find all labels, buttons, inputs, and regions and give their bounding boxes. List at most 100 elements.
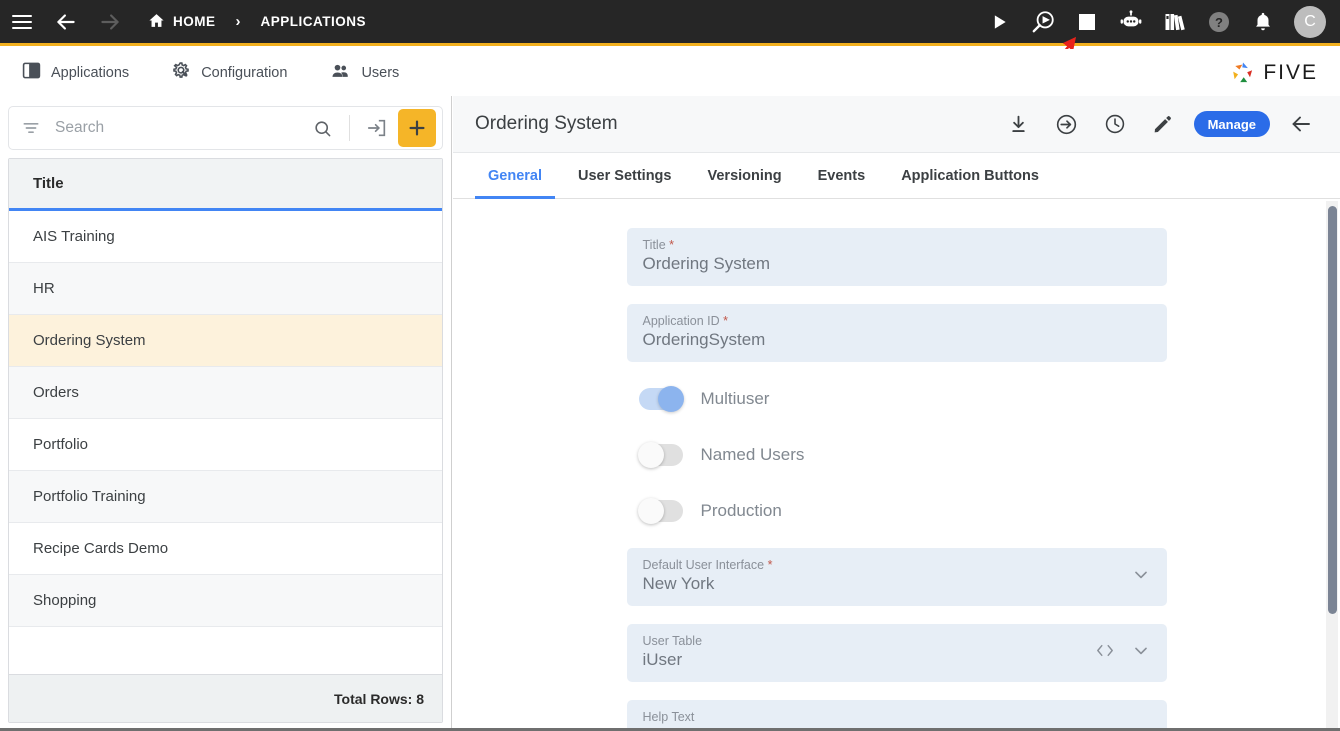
list-item[interactable] [9,627,442,674]
field-help-text[interactable]: Help TextClick to add [626,700,1167,731]
users-icon [329,61,351,85]
top-bar: HOME › APPLICATIONS ? C [0,0,1340,46]
chevron-down-icon[interactable] [1131,641,1151,666]
field-icons [1131,565,1151,590]
nav-item-applications[interactable]: Applications [16,49,143,96]
field-application-id[interactable]: Application ID * OrderingSystem [626,304,1167,362]
download-icon[interactable] [998,103,1040,145]
field-label-text: User Table [642,634,703,648]
nav-label-users: Users [361,64,400,81]
grid-footer-total-rows: Total Rows: 8 [9,674,442,722]
nav-item-configuration[interactable]: Configuration [165,49,301,96]
required-marker: * [764,558,773,572]
list-item-label: Portfolio Training [33,488,146,505]
library-icon[interactable] [1154,0,1196,45]
toggle-multiuser[interactable] [638,386,684,412]
field-label-text: Help Text [642,710,695,724]
applications-list-panel: Title AIS Training HR Ordering System Order… [0,96,452,731]
field-title[interactable]: Title * Ordering System [626,228,1167,286]
help-icon[interactable]: ? [1198,0,1240,45]
list-item-label: Shopping [33,592,97,609]
chatbot-icon[interactable] [1110,0,1152,45]
chevron-down-icon[interactable] [1131,565,1151,590]
list-item[interactable]: Portfolio Training [9,471,442,523]
detail-panel: Ordering System Manage General User Sett… [453,96,1340,731]
list-item[interactable]: Recipe Cards Demo [9,523,442,575]
filter-icon[interactable] [21,118,43,138]
grid-body: AIS Training HR Ordering System Orders Portf… [9,211,442,674]
detail-actions: Manage [998,103,1322,145]
breadcrumb-separator: › [235,13,241,30]
list-item[interactable]: Orders [9,367,442,419]
tab-user-settings[interactable]: User Settings [565,168,684,199]
list-item-label: Portfolio [33,436,89,453]
top-bar-left: HOME › APPLICATIONS [0,0,372,43]
svg-text:?: ? [1215,15,1223,30]
deploy-icon[interactable] [1046,103,1088,145]
application-window: HOME › APPLICATIONS ? C Applications Con… [0,0,1340,731]
field-label: Application ID * [643,314,1151,328]
detail-back-icon[interactable] [1280,103,1322,145]
grid-column-header-title[interactable]: Title [9,159,442,211]
list-item[interactable]: HR [9,263,442,315]
import-icon[interactable] [362,117,392,139]
code-icon[interactable] [1095,643,1115,664]
toggle-label: Multiuser [700,389,770,408]
breadcrumb-item-home[interactable]: HOME [142,12,222,32]
manage-button[interactable]: Manage [1193,111,1270,137]
content-scrollbar[interactable] [1326,201,1338,728]
nav-forward-icon[interactable] [88,0,132,45]
stop-icon[interactable] [1066,0,1108,45]
module-nav: Applications Configuration Users FIVE [0,49,1340,96]
breadcrumb-label-applications: APPLICATIONS [260,14,367,29]
field-label: User Table [643,634,1151,648]
five-pinwheel-icon [1233,62,1253,82]
nav-label-configuration: Configuration [201,64,288,81]
search-input[interactable] [49,119,301,137]
list-item[interactable]: Portfolio [9,419,442,471]
top-bar-actions: ? C [978,0,1340,45]
tab-application-buttons[interactable]: Application Buttons [888,168,1052,199]
notifications-bell-icon[interactable] [1242,0,1284,45]
add-application-button[interactable] [398,109,436,147]
toggle-label: Production [700,501,782,520]
general-form: Title * Ordering System Application ID * Or… [453,200,1340,731]
debug-icon[interactable] [1022,0,1064,45]
list-item[interactable]: AIS Training [9,211,442,263]
toggle-named-users[interactable] [637,442,683,468]
breadcrumb-item-applications[interactable]: APPLICATIONS [255,14,373,29]
tab-versioning[interactable]: Versioning [694,168,794,199]
avatar[interactable]: C [1294,5,1326,38]
field-default-user-interface[interactable]: Default User Interface * New York [626,548,1167,606]
field-label-text: Title [642,238,666,252]
toggle-row-multiuser: Multiuser [627,380,1167,418]
tab-general[interactable]: General [475,168,555,199]
hamburger-menu-icon[interactable] [0,0,44,45]
field-value: OrderingSystem [642,330,766,349]
nav-label-applications: Applications [51,64,130,81]
run-icon[interactable] [978,0,1020,45]
search-icon[interactable] [307,119,337,138]
page-title: Ordering System [475,113,618,134]
edit-pencil-icon[interactable] [1142,103,1184,145]
scrollbar-thumb[interactable] [1328,206,1337,614]
field-user-table[interactable]: User Table iUser [626,624,1167,682]
list-item[interactable]: Ordering System [9,315,442,367]
toggle-production[interactable] [637,498,683,524]
field-icons [1095,641,1151,666]
tab-events[interactable]: Events [805,168,879,199]
field-label: Default User Interface * [643,558,1151,572]
detail-tabs: General User Settings Versioning Events Appl… [453,153,1340,199]
breadcrumb: HOME › APPLICATIONS [142,12,372,32]
history-clock-icon[interactable] [1094,103,1136,145]
home-icon [148,12,165,32]
nav-item-users[interactable]: Users [323,49,413,96]
toggle-row-production: Production [627,492,1167,530]
required-marker: * [665,238,674,252]
list-item-label: HR [33,280,55,297]
list-item[interactable]: Shopping [9,575,442,627]
nav-back-icon[interactable] [44,0,88,45]
field-label-text: Default User Interface [642,558,765,572]
toggle-label: Named Users [700,445,805,464]
field-label: Help Text [643,710,1151,724]
